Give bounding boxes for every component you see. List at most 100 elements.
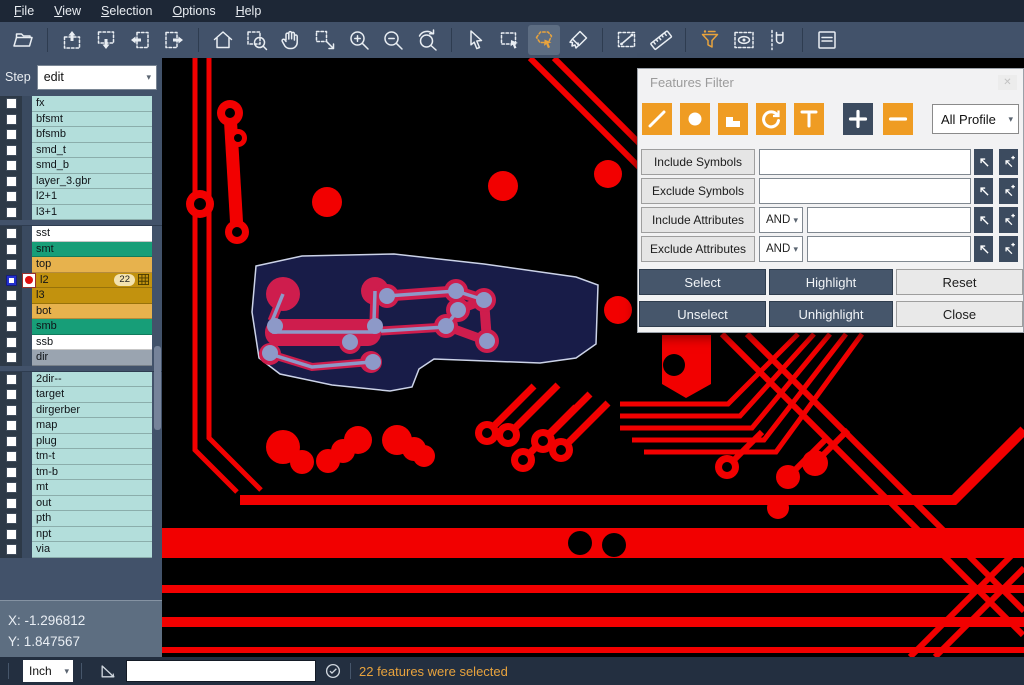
layer-label-target[interactable]: target bbox=[32, 387, 152, 403]
pan-left-button[interactable] bbox=[124, 25, 156, 55]
layer-label-ssb[interactable]: ssb bbox=[32, 335, 152, 351]
pan-up-button[interactable] bbox=[56, 25, 88, 55]
home-view-button[interactable] bbox=[207, 25, 239, 55]
layer-label-sst[interactable]: sst bbox=[32, 226, 152, 242]
surface-tool-button[interactable] bbox=[718, 103, 748, 135]
pan-right-button[interactable] bbox=[158, 25, 190, 55]
layer-checkbox-bfsmt[interactable] bbox=[6, 114, 17, 125]
layer-label-tm-b[interactable]: tm-b bbox=[32, 465, 152, 481]
exclude-symbols-input[interactable] bbox=[759, 178, 971, 204]
menu-help[interactable]: Help bbox=[226, 2, 272, 20]
exclude-attributes-input[interactable] bbox=[807, 236, 971, 262]
layer-label-smd_b[interactable]: smd_b bbox=[32, 158, 152, 174]
layer-checkbox-dir[interactable] bbox=[6, 352, 17, 363]
zoom-in-button[interactable] bbox=[343, 25, 375, 55]
profile-select[interactable]: All Profile ▾ bbox=[932, 104, 1019, 134]
layer-checkbox-smt[interactable] bbox=[6, 244, 17, 255]
include-attributes-button[interactable]: Include Attributes bbox=[641, 207, 755, 233]
layer-checkbox-fx[interactable] bbox=[6, 98, 17, 109]
layer-label-smt[interactable]: smt bbox=[32, 242, 152, 258]
include-attributes-pick-add-button[interactable] bbox=[999, 207, 1018, 233]
menu-file[interactable]: File bbox=[4, 2, 44, 20]
layer-list-scrollbar[interactable] bbox=[154, 346, 161, 430]
close-icon[interactable]: ✕ bbox=[998, 75, 1017, 90]
select-button[interactable]: Select bbox=[639, 269, 766, 295]
layer-checkbox-smd_t[interactable] bbox=[6, 145, 17, 156]
open-file-button[interactable] bbox=[7, 25, 39, 55]
layer-label-layer_3.gbr[interactable]: layer_3.gbr bbox=[32, 174, 152, 190]
layer-checkbox-layer_3.gbr[interactable] bbox=[6, 176, 17, 187]
close-button[interactable]: Close bbox=[896, 301, 1023, 327]
layer-label-map[interactable]: map bbox=[32, 418, 152, 434]
angle-measure-icon[interactable] bbox=[98, 661, 118, 681]
layer-checkbox-sst[interactable] bbox=[6, 228, 17, 239]
unselect-button[interactable]: Unselect bbox=[639, 301, 766, 327]
zoom-area-button[interactable] bbox=[241, 25, 273, 55]
snap-magnet-button[interactable] bbox=[762, 25, 794, 55]
layer-checkbox-tm-b[interactable] bbox=[6, 467, 17, 478]
menu-view[interactable]: View bbox=[44, 2, 91, 20]
active-layer-indicator[interactable] bbox=[22, 273, 36, 289]
layer-label-l2+1[interactable]: l2+1 bbox=[32, 189, 152, 205]
layer-checkbox-out[interactable] bbox=[6, 498, 17, 509]
layer-checkbox-l2+1[interactable] bbox=[6, 191, 17, 202]
layer-label-mt[interactable]: mt bbox=[32, 480, 152, 496]
layers-panel-button[interactable] bbox=[811, 25, 843, 55]
layer-checkbox-l3+1[interactable] bbox=[6, 207, 17, 218]
menu-selection[interactable]: Selection bbox=[91, 2, 162, 20]
layer-label-pth[interactable]: pth bbox=[32, 511, 152, 527]
features-filter-button[interactable] bbox=[694, 25, 726, 55]
zoom-previous-button[interactable] bbox=[411, 25, 443, 55]
layer-checkbox-mt[interactable] bbox=[6, 482, 17, 493]
layer-checkbox-map[interactable] bbox=[6, 420, 17, 431]
step-select[interactable]: edit ▾ bbox=[37, 65, 157, 90]
include-symbols-input[interactable] bbox=[759, 149, 971, 175]
layer-checkbox-l2[interactable] bbox=[6, 275, 17, 286]
text-tool-button[interactable] bbox=[794, 103, 824, 135]
layer-checkbox-l3[interactable] bbox=[6, 290, 17, 301]
layer-checkbox-ssb[interactable] bbox=[6, 337, 17, 348]
measure-distance-button[interactable] bbox=[611, 25, 643, 55]
include-attributes-operator-select[interactable]: AND▾ bbox=[759, 207, 803, 233]
show-selection-box-button[interactable] bbox=[728, 25, 760, 55]
layer-label-plug[interactable]: plug bbox=[32, 434, 152, 450]
clear-highlight-brush-button[interactable] bbox=[562, 25, 594, 55]
unhighlight-button[interactable]: Unhighlight bbox=[769, 301, 893, 327]
layer-checkbox-smb[interactable] bbox=[6, 321, 17, 332]
exclude-symbols-pick-button[interactable] bbox=[974, 178, 993, 204]
sync-icon[interactable] bbox=[324, 662, 342, 680]
layer-label-npt[interactable]: npt bbox=[32, 527, 152, 543]
layer-checkbox-via[interactable] bbox=[6, 544, 17, 555]
command-input[interactable] bbox=[126, 660, 316, 682]
dialog-title-bar[interactable]: Features Filter ✕ bbox=[638, 69, 1023, 96]
layer-label-tm-t[interactable]: tm-t bbox=[32, 449, 152, 465]
layer-label-out[interactable]: out bbox=[32, 496, 152, 512]
select-pointer-button[interactable] bbox=[460, 25, 492, 55]
layer-label-dir[interactable]: dir bbox=[32, 350, 152, 366]
include-symbols-pick-add-button[interactable] bbox=[999, 149, 1018, 175]
layer-checkbox-plug[interactable] bbox=[6, 436, 17, 447]
include-symbols-button[interactable]: Include Symbols bbox=[641, 149, 755, 175]
layer-label-dirgerber[interactable]: dirgerber bbox=[32, 403, 152, 419]
layer-checkbox-bfsmb[interactable] bbox=[6, 129, 17, 140]
pan-hand-button[interactable] bbox=[275, 25, 307, 55]
layer-label-smd_t[interactable]: smd_t bbox=[32, 143, 152, 159]
zoom-out-button[interactable] bbox=[377, 25, 409, 55]
exclude-symbols-pick-add-button[interactable] bbox=[999, 178, 1018, 204]
layer-label-bot[interactable]: bot bbox=[32, 304, 152, 320]
layer-checkbox-npt[interactable] bbox=[6, 529, 17, 540]
layer-label-bfsmb[interactable]: bfsmb bbox=[32, 127, 152, 143]
layer-label-fx[interactable]: fx bbox=[32, 96, 152, 112]
include-symbols-pick-button[interactable] bbox=[974, 149, 993, 175]
layer-label-smb[interactable]: smb bbox=[32, 319, 152, 335]
exclude-attributes-operator-select[interactable]: AND▾ bbox=[759, 236, 803, 262]
layer-checkbox-tm-t[interactable] bbox=[6, 451, 17, 462]
layer-label-top[interactable]: top bbox=[32, 257, 152, 273]
highlight-button[interactable]: Highlight bbox=[769, 269, 893, 295]
exclude-attributes-pick-add-button[interactable] bbox=[999, 236, 1018, 262]
arc-tool-button[interactable] bbox=[756, 103, 786, 135]
include-attributes-input[interactable] bbox=[807, 207, 971, 233]
layer-checkbox-smd_b[interactable] bbox=[6, 160, 17, 171]
layer-label-2dir--[interactable]: 2dir-- bbox=[32, 372, 152, 388]
unit-select[interactable]: Inch ▾ bbox=[23, 660, 73, 682]
